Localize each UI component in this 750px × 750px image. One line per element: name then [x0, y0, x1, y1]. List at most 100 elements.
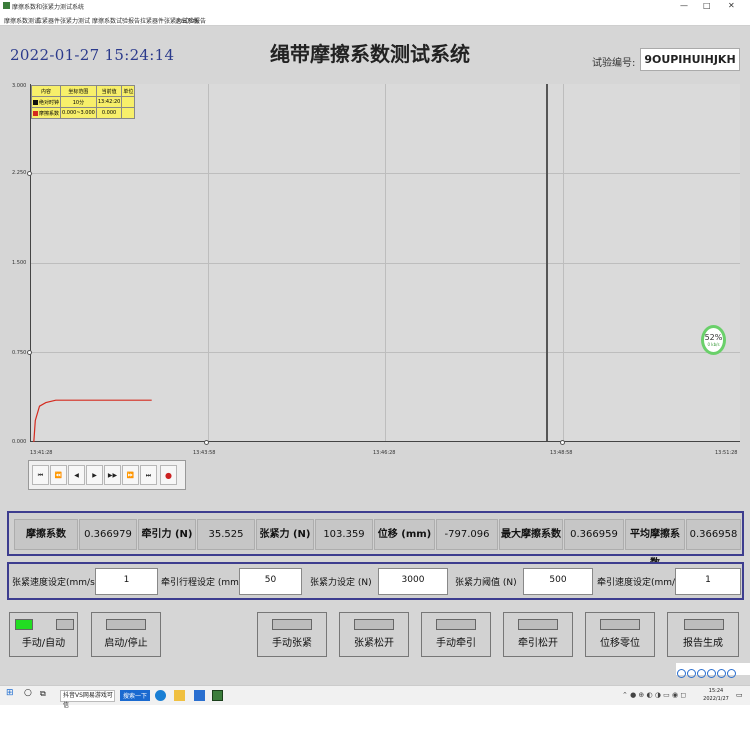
start-stop-label: 启动/停止	[104, 638, 148, 649]
manual-tension-label: 手动张紧	[272, 638, 312, 649]
manual-auto-button[interactable]: 手动/自动	[9, 612, 78, 657]
notification-icon[interactable]: ▭	[736, 691, 743, 699]
last-frame-button[interactable]: ⏭	[140, 465, 157, 485]
x-axis-handle[interactable]	[560, 440, 565, 445]
play-button[interactable]: ▶	[86, 465, 103, 485]
fast-back-button[interactable]: ⏪	[50, 465, 67, 485]
legend-header: 坐标范围	[60, 85, 97, 97]
tension-speed-input[interactable]: 1	[95, 568, 158, 595]
setting-label-pull-speed: 牵引速度设定(mm/s)	[597, 578, 684, 588]
search-icon[interactable]: ○	[24, 688, 32, 698]
readout-value-max-friction: 0.366959	[564, 519, 624, 550]
first-frame-button[interactable]: ⏮	[32, 465, 49, 485]
floating-toolbar	[676, 663, 750, 678]
menu-item-friction-report[interactable]: 摩擦系数试验报告	[92, 16, 140, 25]
step-forward-button[interactable]: ▶▶	[104, 465, 121, 485]
explorer-icon[interactable]	[174, 690, 185, 701]
y-axis-handle[interactable]	[27, 171, 32, 176]
manual-tension-indicator	[272, 619, 312, 630]
app-taskbar-icon[interactable]	[212, 690, 223, 701]
tension-threshold-input[interactable]: 500	[523, 568, 593, 595]
manual-auto-indicator-lit	[15, 619, 33, 630]
legend-swatch	[33, 99, 38, 105]
toolbar-icon[interactable]	[677, 669, 686, 678]
legend-entry: 绝对时钟	[30, 96, 62, 108]
readout-value-pull-force: 35.525	[197, 519, 255, 550]
edge-icon[interactable]	[155, 690, 166, 701]
legend-range: 10分	[60, 96, 97, 108]
readout-value-tension: 103.359	[315, 519, 373, 550]
toolbar-icon[interactable]	[697, 669, 706, 678]
legend-header: 当前值	[95, 85, 123, 97]
y-tick-label: 2.250	[12, 170, 27, 176]
report-generate-indicator	[684, 619, 724, 630]
legend-current: 0.000	[95, 107, 123, 119]
menu-item-friction-test[interactable]: 摩擦系数测试	[4, 16, 40, 25]
manual-tension-button[interactable]: 手动张紧	[257, 612, 327, 657]
system-tray[interactable]: ⌃ ● ⊕ ◐ ◑ ▭ ◉ ◻	[622, 691, 686, 699]
fast-forward-button[interactable]: ⏩	[122, 465, 139, 485]
manual-auto-label: 手动/自动	[21, 638, 66, 649]
pull-speed-input[interactable]: 1	[675, 568, 741, 595]
test-number-label: 试验编号:	[592, 58, 636, 69]
menu-item-exit[interactable]: 退出系统	[175, 16, 199, 25]
maximize-icon[interactable]: □	[703, 1, 711, 10]
clock[interactable]: 15:24 2022/1/27	[702, 687, 730, 703]
pull-release-button[interactable]: 牵引松开	[503, 612, 573, 657]
legend-label: 摩擦系数	[39, 110, 60, 117]
setting-label-tension-speed: 张紧速度设定(mm/s)	[12, 578, 99, 588]
x-tick-label: 13:41:28	[30, 450, 53, 456]
legend-range: 0.000~3.000	[60, 107, 97, 119]
displacement-zero-indicator	[600, 619, 640, 630]
chart-legend: 内容 坐标范围 当前值 单位 绝对时钟 10分 13:42:20 摩擦系数 0.…	[30, 85, 136, 119]
taskbar-search-box[interactable]: 抖音VS网易游戏可信	[60, 690, 115, 709]
legend-swatch	[33, 110, 38, 116]
pull-release-label: 牵引松开	[518, 638, 558, 649]
readout-label-max-friction: 最大摩擦系数	[499, 519, 563, 550]
start-icon[interactable]: ⊞	[6, 688, 14, 698]
tension-force-input[interactable]: 3000	[378, 568, 448, 595]
pull-release-indicator	[518, 619, 558, 630]
setting-label-tension-force: 张紧力设定 (N)	[310, 578, 372, 588]
app-window: 摩擦系数和张紧力测试系统 — □ ✕ 摩擦系数测试 拉紧器件张紧力测试 摩擦系数…	[0, 0, 750, 685]
mail-icon[interactable]	[194, 690, 205, 701]
legend-row-friction: 摩擦系数 0.000~3.000 0.000	[30, 107, 136, 119]
step-back-button[interactable]: ◀	[68, 465, 85, 485]
readout-label-tension: 张紧力 (N)	[256, 519, 314, 550]
legend-entry: 摩擦系数	[30, 107, 62, 119]
record-button[interactable]: ●	[160, 465, 177, 485]
toolbar-icon[interactable]	[707, 669, 716, 678]
menu-item-tension-test[interactable]: 拉紧器件张紧力测试	[36, 16, 90, 25]
test-number-field[interactable]: 9OUPIHUIHJKH	[640, 48, 740, 71]
page-title: 绳带摩擦系数测试系统	[270, 42, 470, 66]
readout-label-displacement: 位移 (mm)	[374, 519, 435, 550]
chart-plot-area	[33, 399, 152, 442]
tension-release-button[interactable]: 张紧松开	[339, 612, 409, 657]
x-axis-handle[interactable]	[204, 440, 209, 445]
task-view-icon[interactable]: ⧉	[40, 689, 46, 699]
clock-date: 2022/1/27	[703, 696, 729, 702]
readout-panel: 摩擦系数 0.366979 牵引力 (N) 35.525 张紧力 (N) 103…	[7, 511, 744, 569]
taskbar: ⊞ ○ ⧉ 抖音VS网易游戏可信 搜索一下 ⌃ ● ⊕ ◐ ◑ ▭ ◉ ◻ 15…	[0, 685, 750, 709]
toolbar-icon[interactable]	[687, 669, 696, 678]
x-tick-label: 13:51:28	[715, 450, 738, 456]
displacement-zero-button[interactable]: 位移零位	[585, 612, 655, 657]
toolbar-icon[interactable]	[727, 669, 736, 678]
toolbar-icon[interactable]	[717, 669, 726, 678]
pull-stroke-input[interactable]: 50	[239, 568, 302, 595]
y-tick-label: 1.500	[12, 260, 27, 266]
start-stop-button[interactable]: 启动/停止	[91, 612, 161, 657]
legend-unit	[121, 96, 136, 108]
manual-auto-indicator	[56, 619, 74, 630]
minimize-icon[interactable]: —	[680, 1, 688, 10]
progress-value: 52%	[704, 333, 723, 342]
readout-value-displacement: -797.096	[436, 519, 498, 550]
report-generate-button[interactable]: 报告生成	[667, 612, 739, 657]
start-stop-indicator	[106, 619, 146, 630]
taskbar-search-button[interactable]: 搜索一下	[120, 690, 151, 701]
settings-panel: 张紧速度设定(mm/s) 1 牵引行程设定 (mm) 50 张紧力设定 (N) …	[7, 562, 744, 600]
close-icon[interactable]: ✕	[728, 1, 735, 10]
datetime-display: 2022-01-27 15:24:14	[10, 46, 175, 64]
manual-pull-button[interactable]: 手动牵引	[421, 612, 491, 657]
y-axis-handle[interactable]	[27, 350, 32, 355]
